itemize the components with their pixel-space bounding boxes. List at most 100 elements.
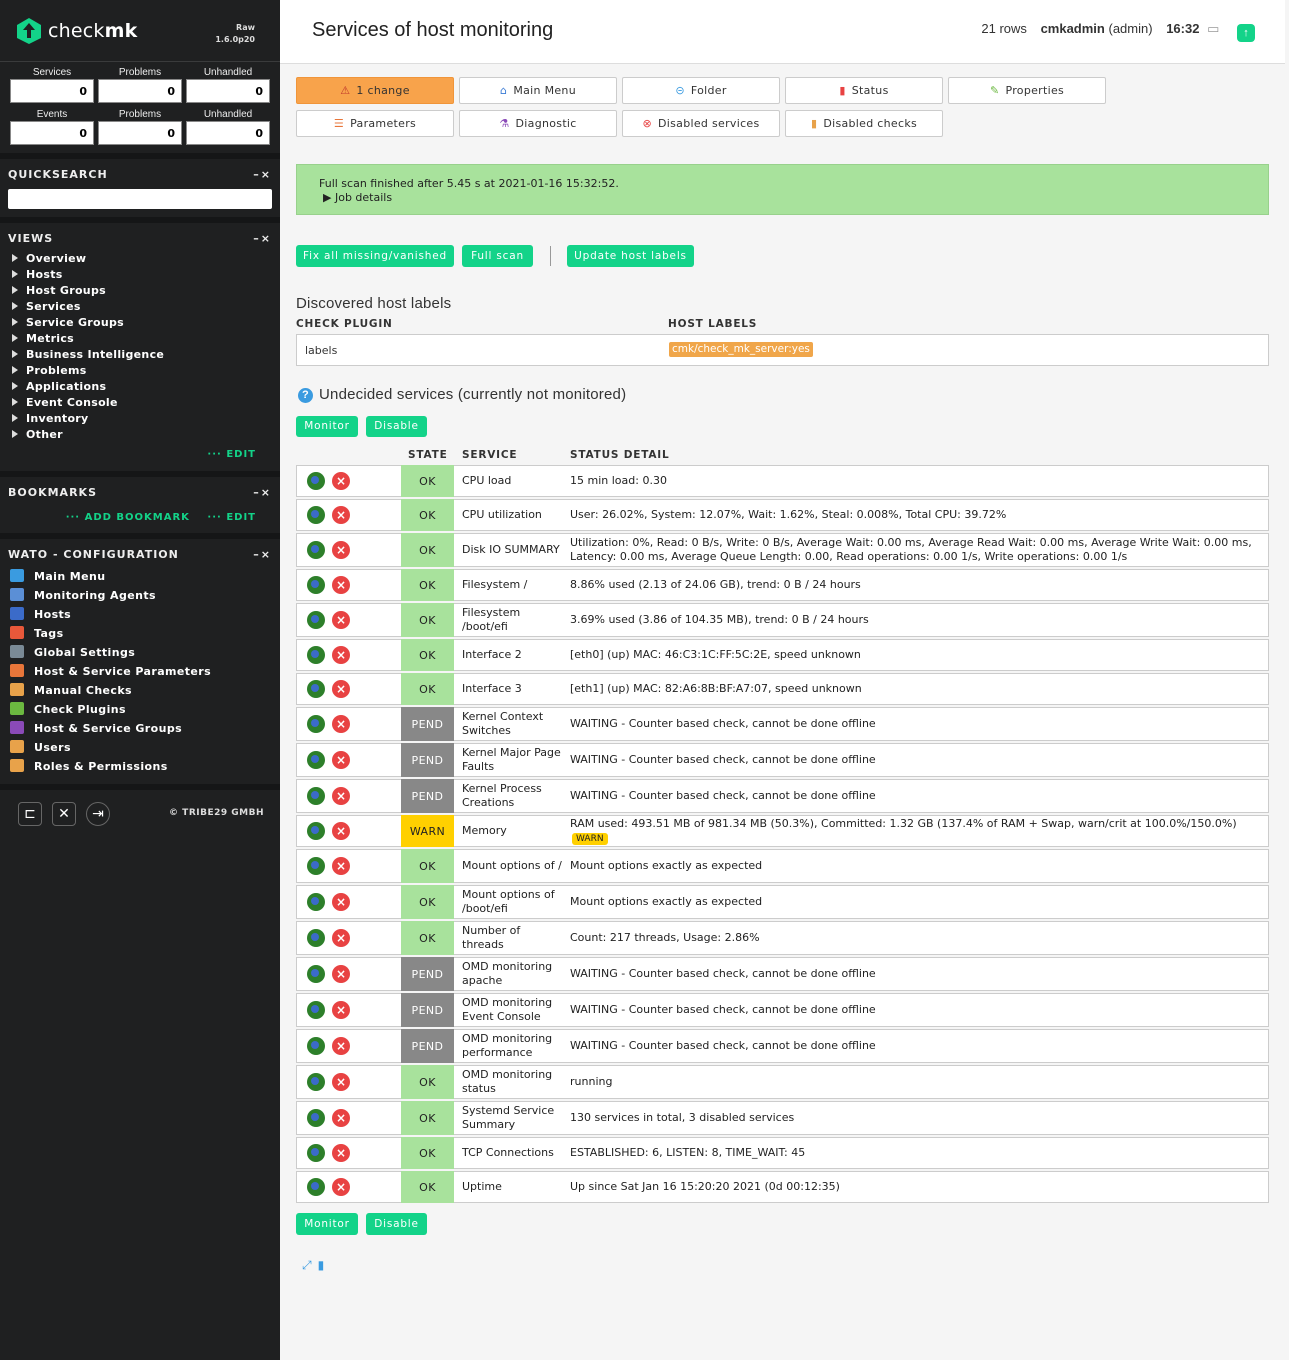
- tools-icon[interactable]: ✕: [52, 802, 76, 826]
- count-value[interactable]: 0: [10, 121, 94, 145]
- wato-item-host-service-groups[interactable]: Host & Service Groups: [8, 719, 272, 738]
- monitor-service-icon[interactable]: [307, 1001, 325, 1019]
- sidebar-toggle-icon[interactable]: ▮: [318, 1258, 325, 1272]
- disable-service-icon[interactable]: ×: [332, 1178, 350, 1196]
- disable-service-icon[interactable]: ×: [332, 822, 350, 840]
- view-item-overview[interactable]: Overview: [8, 251, 272, 267]
- disable-service-icon[interactable]: ×: [332, 893, 350, 911]
- monitor-service-icon[interactable]: [307, 822, 325, 840]
- wato-item-roles-permissions[interactable]: Roles & Permissions: [8, 757, 272, 776]
- monitor-service-icon[interactable]: [307, 472, 325, 490]
- book-icon[interactable]: ▭: [1207, 21, 1219, 36]
- snapin-controls[interactable]: –×: [253, 227, 272, 251]
- folder-button[interactable]: ⊝ Folder: [622, 77, 780, 104]
- count-value[interactable]: 0: [98, 79, 182, 103]
- wato-item-check-plugins[interactable]: Check Plugins: [8, 700, 272, 719]
- wato-item-global-settings[interactable]: Global Settings: [8, 643, 272, 662]
- view-item-hosts[interactable]: Hosts: [8, 267, 272, 283]
- state-column-header[interactable]: STATE: [408, 449, 448, 461]
- wato-item-monitoring-agents[interactable]: Monitoring Agents: [8, 586, 272, 605]
- disable-service-icon[interactable]: ×: [332, 929, 350, 947]
- add-snapin-icon[interactable]: ⊏: [18, 802, 42, 826]
- wato-item-host-service-parameters[interactable]: Host & Service Parameters: [8, 662, 272, 681]
- wato-item-main-menu[interactable]: Main Menu: [8, 567, 272, 586]
- monitor-service-icon[interactable]: [307, 715, 325, 733]
- snapin-controls[interactable]: –×: [253, 543, 272, 567]
- disabled-services-button[interactable]: ⊗ Disabled services: [622, 110, 780, 137]
- job-details-toggle[interactable]: ▶ Job details: [319, 191, 1268, 205]
- disable-service-icon[interactable]: ×: [332, 472, 350, 490]
- snapin-title[interactable]: QUICKSEARCH –×: [8, 163, 272, 187]
- parameters-button[interactable]: ☰ Parameters: [296, 110, 454, 137]
- disable-button-top[interactable]: Disable: [366, 416, 427, 437]
- help-icon[interactable]: ?: [298, 388, 313, 403]
- username[interactable]: cmkadmin: [1041, 21, 1105, 36]
- count-value[interactable]: 0: [98, 121, 182, 145]
- monitor-service-icon[interactable]: [307, 1109, 325, 1127]
- fullscreen-icon[interactable]: ⤢: [302, 1258, 312, 1273]
- bookmarks-edit-link[interactable]: ··· EDIT: [207, 512, 256, 523]
- monitor-service-icon[interactable]: [307, 787, 325, 805]
- monitor-service-icon[interactable]: [307, 646, 325, 664]
- wato-item-hosts[interactable]: Hosts: [8, 605, 272, 624]
- count-value[interactable]: 0: [186, 79, 270, 103]
- host-label-tag[interactable]: cmk/check_mk_server:yes: [669, 342, 813, 357]
- status-detail-column-header[interactable]: STATUS DETAIL: [570, 449, 670, 461]
- monitor-service-icon[interactable]: [307, 929, 325, 947]
- main-menu-button[interactable]: ⌂ Main Menu: [459, 77, 617, 104]
- monitor-service-icon[interactable]: [307, 751, 325, 769]
- disable-service-icon[interactable]: ×: [332, 1144, 350, 1162]
- snapin-controls[interactable]: –×: [253, 481, 272, 505]
- disable-service-icon[interactable]: ×: [332, 576, 350, 594]
- monitor-service-icon[interactable]: [307, 1037, 325, 1055]
- view-item-inventory[interactable]: Inventory: [8, 411, 272, 427]
- status-button[interactable]: ▮ Status: [785, 77, 943, 104]
- wato-item-manual-checks[interactable]: Manual Checks: [8, 681, 272, 700]
- logo-area[interactable]: checkmk Raw 1.6.0p20: [0, 0, 280, 62]
- view-item-business-intelligence[interactable]: Business Intelligence: [8, 347, 272, 363]
- monitor-service-icon[interactable]: [307, 576, 325, 594]
- view-item-applications[interactable]: Applications: [8, 379, 272, 395]
- quicksearch-input[interactable]: [8, 189, 272, 209]
- monitor-service-icon[interactable]: [307, 857, 325, 875]
- monitor-service-icon[interactable]: [307, 680, 325, 698]
- snapin-title[interactable]: WATO - CONFIGURATION –×: [8, 543, 272, 567]
- disable-service-icon[interactable]: ×: [332, 541, 350, 559]
- wato-item-tags[interactable]: Tags: [8, 624, 272, 643]
- monitor-button-bottom[interactable]: Monitor: [296, 1213, 358, 1235]
- disable-service-icon[interactable]: ×: [332, 965, 350, 983]
- monitor-service-icon[interactable]: [307, 611, 325, 629]
- view-item-other[interactable]: Other: [8, 427, 272, 443]
- snapin-title[interactable]: BOOKMARKS –×: [8, 481, 272, 505]
- diagnostic-button[interactable]: ⚗ Diagnostic: [459, 110, 617, 137]
- monitor-service-icon[interactable]: [307, 893, 325, 911]
- service-column-header[interactable]: SERVICE: [462, 449, 517, 461]
- disable-service-icon[interactable]: ×: [332, 506, 350, 524]
- disabled-checks-button[interactable]: ▮ Disabled checks: [785, 110, 943, 137]
- snapin-controls[interactable]: –×: [253, 163, 272, 187]
- disable-service-icon[interactable]: ×: [332, 611, 350, 629]
- fix-all-button[interactable]: Fix all missing/vanished: [296, 245, 454, 267]
- disable-service-icon[interactable]: ×: [332, 1109, 350, 1127]
- checkmk-logo-icon[interactable]: ↑: [1237, 24, 1255, 42]
- disable-service-icon[interactable]: ×: [332, 751, 350, 769]
- monitor-service-icon[interactable]: [307, 541, 325, 559]
- monitor-button-top[interactable]: Monitor: [296, 416, 358, 437]
- monitor-service-icon[interactable]: [307, 506, 325, 524]
- views-edit-link[interactable]: ··· EDIT: [207, 449, 256, 460]
- full-scan-button[interactable]: Full scan: [462, 245, 533, 267]
- update-host-labels-button[interactable]: Update host labels: [567, 245, 694, 267]
- disable-service-icon[interactable]: ×: [332, 680, 350, 698]
- view-item-host-groups[interactable]: Host Groups: [8, 283, 272, 299]
- view-item-event-console[interactable]: Event Console: [8, 395, 272, 411]
- view-item-problems[interactable]: Problems: [8, 363, 272, 379]
- disable-service-icon[interactable]: ×: [332, 1037, 350, 1055]
- count-value[interactable]: 0: [186, 121, 270, 145]
- disable-button-bottom[interactable]: Disable: [366, 1213, 427, 1235]
- view-item-services[interactable]: Services: [8, 299, 272, 315]
- disable-service-icon[interactable]: ×: [332, 1073, 350, 1091]
- count-value[interactable]: 0: [10, 79, 94, 103]
- 1-change-button[interactable]: ⚠ 1 change: [296, 77, 454, 104]
- view-item-metrics[interactable]: Metrics: [8, 331, 272, 347]
- disable-service-icon[interactable]: ×: [332, 1001, 350, 1019]
